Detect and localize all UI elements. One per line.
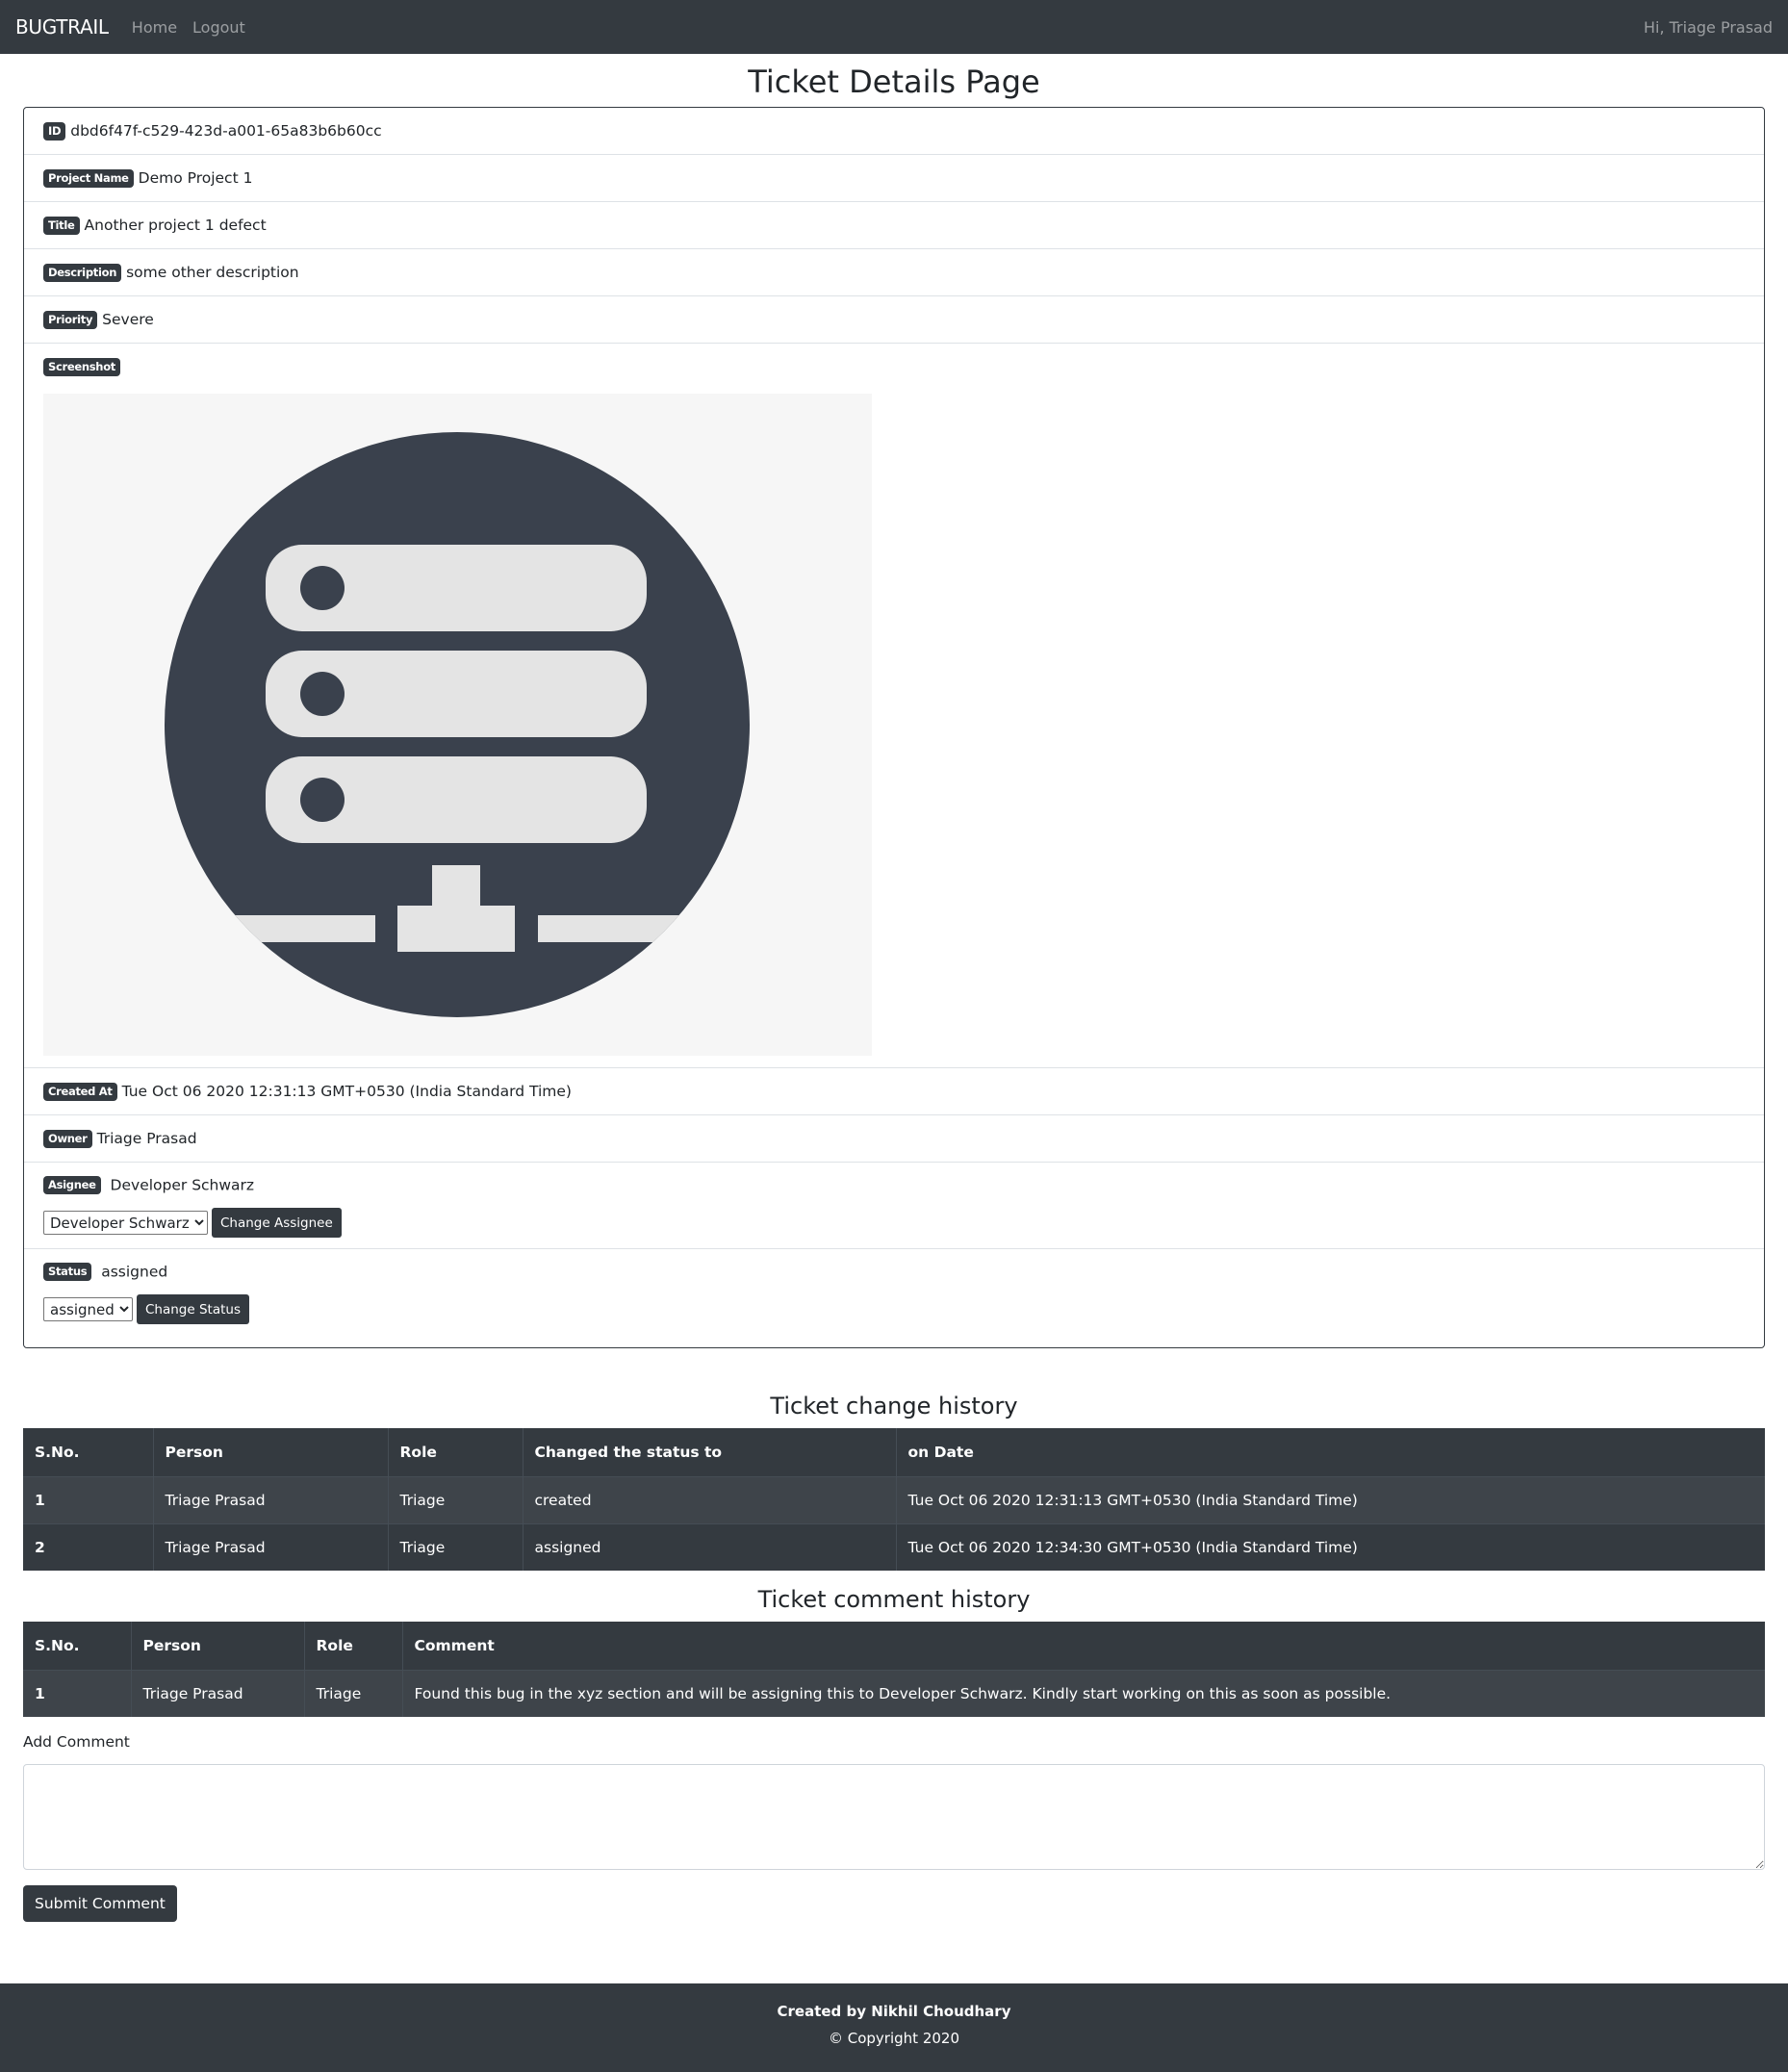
assignee-badge: Asignee (43, 1176, 101, 1194)
change-history-table: S.No. Person Role Changed the status to … (23, 1428, 1765, 1571)
cell-person: Triage Prasad (152, 1475, 388, 1523)
column-header: S.No. (35, 1636, 80, 1654)
ticket-id-value: dbd6f47f-c529-423d-a001-65a83b6b60cc (70, 122, 382, 140)
assignee-row: Asignee Developer Schwarz Developer Schw… (24, 1163, 1764, 1249)
cell-sno: 1 (23, 1669, 131, 1717)
created-at-badge: Created At (43, 1082, 117, 1101)
status-value: assigned (101, 1263, 168, 1281)
priority-value: Severe (102, 311, 154, 328)
table-header-row: S.No. Person Role Comment (23, 1622, 1765, 1670)
server-led-1 (300, 566, 345, 610)
owner-value: Triage Prasad (96, 1130, 197, 1147)
cell-role: Triage (387, 1522, 523, 1571)
title-badge: Title (43, 216, 80, 235)
cell-sno: 1 (23, 1475, 153, 1523)
change-history-title: Ticket change history (770, 1393, 1018, 1420)
nav-logout-link[interactable]: Logout (192, 18, 245, 37)
footer-credit: Created by Nikhil Choudhary (777, 2003, 1011, 2020)
submit-comment-button[interactable]: Submit Comment (23, 1885, 177, 1922)
ticket-id-row: ID dbd6f47f-c529-423d-a001-65a83b6b60cc (24, 108, 1764, 155)
network-line-right (538, 915, 750, 942)
project-name-row: Project Name Demo Project 1 (24, 155, 1764, 202)
status-controls: assigned Change Status (43, 1294, 1745, 1324)
server-led-3 (300, 778, 345, 822)
priority-badge: Priority (43, 310, 98, 329)
description-row: Description some other description (24, 249, 1764, 296)
cell-status: assigned (522, 1522, 896, 1571)
column-header: Role (387, 1428, 523, 1476)
column-header: Changed the status to (522, 1428, 896, 1476)
page-title: Ticket Details Page (748, 64, 1040, 100)
server-network-icon (165, 432, 750, 1017)
screenshot-badge: Screenshot (43, 358, 120, 376)
network-line-left (165, 915, 375, 942)
comment-textarea[interactable] (23, 1764, 1765, 1870)
cell-role: Triage (303, 1669, 402, 1717)
created-at-row: Created At Tue Oct 06 2020 12:31:13 GMT+… (24, 1068, 1764, 1115)
owner-badge: Owner (43, 1129, 92, 1148)
cell-date: Tue Oct 06 2020 12:34:30 GMT+0530 (India… (895, 1522, 1765, 1571)
project-name-value: Demo Project 1 (138, 169, 253, 187)
column-header: Person (152, 1428, 388, 1476)
nav-home-link[interactable]: Home (132, 18, 177, 37)
user-greeting: Hi, Triage Prasad (1643, 17, 1773, 37)
footer-copyright: © Copyright 2020 (828, 2030, 959, 2047)
column-header: on Date (895, 1428, 1765, 1476)
description-value: some other description (126, 264, 299, 281)
add-comment-label: Add Comment (23, 1733, 130, 1751)
column-header: Comment (401, 1622, 1765, 1670)
screenshot-image (43, 394, 872, 1056)
table-row: 1 Triage Prasad Triage created Tue Oct 0… (23, 1475, 1765, 1523)
column-header: Role (303, 1622, 402, 1670)
assignee-controls: Developer Schwarz Change Assignee (43, 1208, 1745, 1238)
cell-sno: 2 (23, 1522, 153, 1571)
priority-row: Priority Severe (24, 296, 1764, 344)
status-badge: Status (43, 1263, 92, 1281)
cell-status: created (522, 1475, 896, 1523)
table-row: 1 Triage Prasad Triage Found this bug in… (23, 1669, 1765, 1717)
assignee-value: Developer Schwarz (110, 1176, 255, 1194)
cell-date: Tue Oct 06 2020 12:31:13 GMT+0530 (India… (895, 1475, 1765, 1523)
footer: Created by Nikhil Choudhary © Copyright … (0, 1983, 1788, 2072)
screenshot-row: Screenshot (24, 344, 1764, 1068)
status-select[interactable]: assigned (43, 1297, 133, 1321)
id-badge: ID (43, 121, 66, 141)
title-value: Another project 1 defect (84, 217, 267, 234)
status-row: Status assigned assigned Change Status (24, 1249, 1764, 1335)
cell-comment: Found this bug in the xyz section and wi… (401, 1669, 1765, 1717)
comment-history-table: S.No. Person Role Comment 1 Triage Prasa… (23, 1622, 1765, 1717)
comment-history-title: Ticket comment history (757, 1586, 1031, 1613)
description-badge: Description (43, 263, 122, 282)
owner-row: Owner Triage Prasad (24, 1115, 1764, 1163)
cell-person: Triage Prasad (130, 1669, 304, 1717)
title-row: Title Another project 1 defect (24, 202, 1764, 249)
server-led-2 (300, 672, 345, 716)
project-name-badge: Project Name (43, 168, 134, 188)
column-header: Person (130, 1622, 304, 1670)
column-header: S.No. (35, 1443, 80, 1461)
assignee-select[interactable]: Developer Schwarz (43, 1211, 208, 1235)
navbar: BUGTRAIL Home Logout Hi, Triage Prasad (0, 0, 1788, 54)
table-header-row: S.No. Person Role Changed the status to … (23, 1428, 1765, 1476)
table-row: 2 Triage Prasad Triage assigned Tue Oct … (23, 1522, 1765, 1571)
brand-logo[interactable]: BUGTRAIL (15, 15, 109, 38)
change-assignee-button[interactable]: Change Assignee (212, 1208, 342, 1238)
ticket-details-card: ID dbd6f47f-c529-423d-a001-65a83b6b60cc … (23, 107, 1765, 1348)
network-hub (397, 906, 515, 952)
created-at-value: Tue Oct 06 2020 12:31:13 GMT+0530 (India… (121, 1083, 572, 1100)
change-status-button[interactable]: Change Status (137, 1294, 249, 1324)
cell-role: Triage (387, 1475, 523, 1523)
cell-person: Triage Prasad (152, 1522, 388, 1571)
